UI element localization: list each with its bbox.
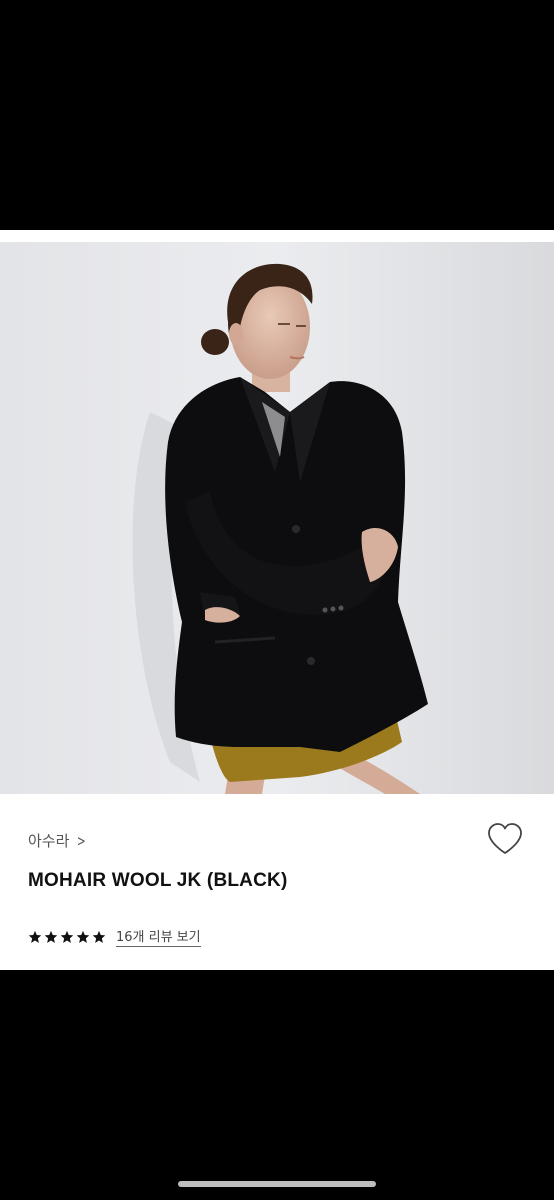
star-filled-icon xyxy=(60,930,74,943)
product-title: MOHAIR WOOL JK (BLACK) xyxy=(28,870,288,891)
home-indicator[interactable] xyxy=(178,1181,376,1187)
chevron-right-icon: > xyxy=(77,831,87,850)
product-image[interactable] xyxy=(0,242,554,794)
heart-outline-icon[interactable] xyxy=(486,822,524,856)
star-filled-icon xyxy=(28,930,42,943)
star-filled-icon xyxy=(76,930,90,943)
top-letterbox xyxy=(0,0,554,230)
screen: 아수라 > MOHAIR WOOL JK (BLACK) 16개 리뷰 보기 xyxy=(0,0,554,1200)
brand-link[interactable]: 아수라 > xyxy=(28,830,88,851)
product-card: 아수라 > MOHAIR WOOL JK (BLACK) 16개 리뷰 보기 xyxy=(0,230,554,970)
product-info: 아수라 > MOHAIR WOOL JK (BLACK) 16개 리뷰 보기 xyxy=(0,794,554,970)
review-link[interactable]: 16개 리뷰 보기 xyxy=(116,926,201,947)
rating-stars xyxy=(28,930,106,944)
rating-row: 16개 리뷰 보기 xyxy=(28,926,201,947)
brand-name: 아수라 xyxy=(28,832,70,850)
star-filled-icon xyxy=(44,930,58,943)
star-filled-icon xyxy=(92,930,106,943)
product-photo-illustration xyxy=(0,242,554,794)
bottom-letterbox xyxy=(0,970,554,1200)
